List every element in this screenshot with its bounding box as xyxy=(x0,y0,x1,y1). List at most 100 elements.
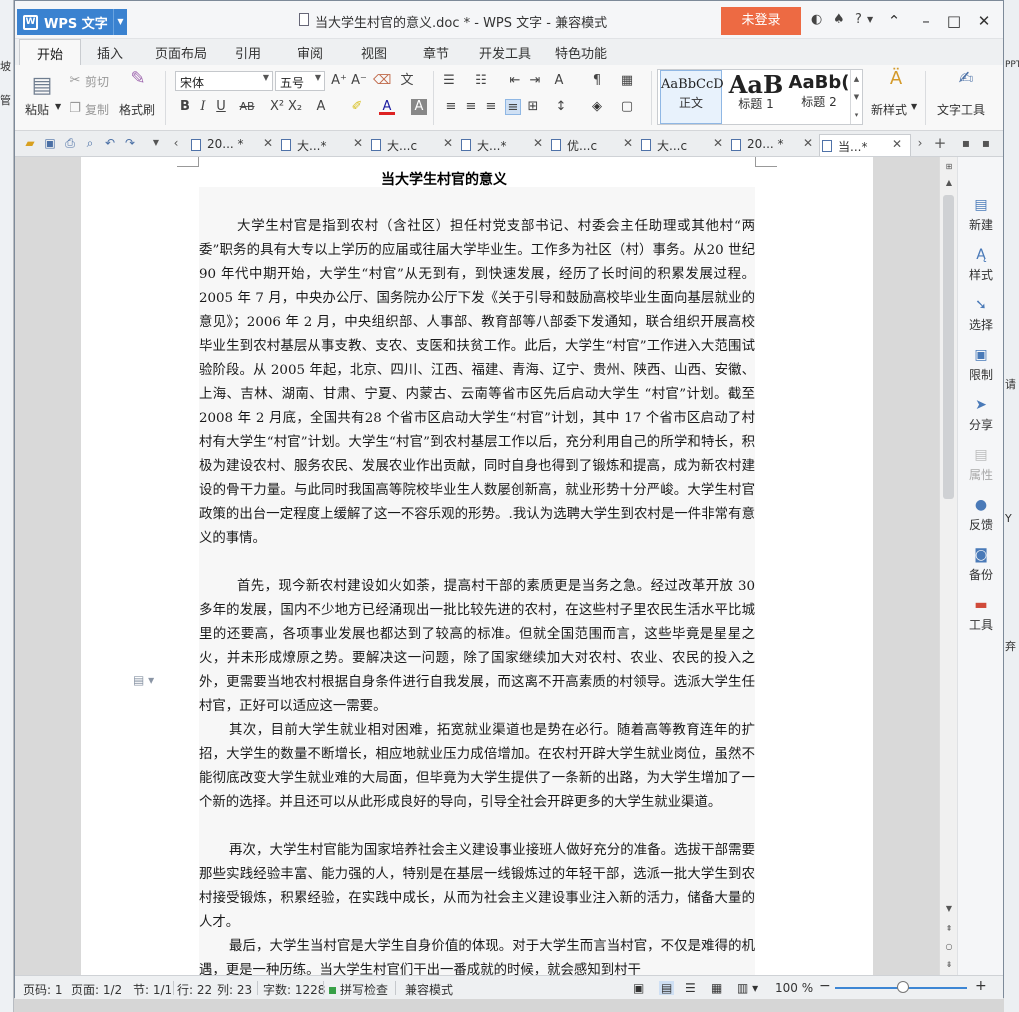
tab-list-icon[interactable]: ▪ xyxy=(959,136,973,150)
shading-icon[interactable]: ◈ xyxy=(589,99,605,115)
tab-section[interactable]: 章节 xyxy=(423,43,449,62)
tab-view[interactable]: 视图 xyxy=(361,43,387,62)
maximize-button[interactable]: □ xyxy=(941,8,967,34)
status-section[interactable]: 节: 1/1 xyxy=(133,981,172,998)
save-icon[interactable]: ▣ xyxy=(43,136,57,150)
undo-icon[interactable]: ↶ xyxy=(103,136,117,150)
doc-tab[interactable]: 大...c ✕ xyxy=(639,134,731,156)
paste-icon[interactable]: ▤ xyxy=(29,73,55,99)
task-new[interactable]: ▤ 新建 xyxy=(958,197,1004,233)
close-icon[interactable]: ✕ xyxy=(533,136,543,150)
close-icon[interactable]: ✕ xyxy=(443,136,453,150)
status-row[interactable]: 行: 22 xyxy=(177,981,212,998)
tab-insert[interactable]: 插入 xyxy=(97,43,123,62)
close-icon[interactable]: ✕ xyxy=(353,136,363,150)
web-view-icon[interactable]: ▦ xyxy=(711,981,722,995)
zoom-slider-knob[interactable] xyxy=(897,981,909,993)
shirt-icon[interactable]: ♠ xyxy=(833,12,845,27)
border-icon[interactable]: ▢ xyxy=(619,99,635,115)
zoom-out-icon[interactable]: − xyxy=(819,978,831,994)
doc-tab[interactable]: 大...c ✕ xyxy=(369,134,461,156)
shrink-font-icon[interactable]: A⁻ xyxy=(351,73,367,89)
subscript-icon[interactable]: X₂ xyxy=(287,99,303,115)
task-properties[interactable]: ▤ 属性 xyxy=(958,447,1004,483)
format-painter-button[interactable]: 格式刷 xyxy=(119,101,155,118)
font-size-select[interactable]: 五号 ▼ xyxy=(275,71,325,91)
wps-app-menu-button[interactable]: W WPS 文字 ▼ xyxy=(17,9,127,35)
new-tab-icon[interactable]: + xyxy=(933,136,947,151)
doc-tab[interactable]: 优...c ✕ xyxy=(549,134,641,156)
status-word-count[interactable]: 字数: 1228 xyxy=(263,981,325,998)
browse-object-icon[interactable]: ○ xyxy=(943,941,955,953)
align-center-icon[interactable]: ≡ xyxy=(463,99,479,115)
font-name-select[interactable]: 宋体 ▼ xyxy=(175,71,273,91)
task-feedback[interactable]: ● 反馈 xyxy=(958,497,1004,533)
tab-special[interactable]: 特色功能 xyxy=(555,43,607,62)
task-select[interactable]: ➘ 选择 xyxy=(958,297,1004,333)
scroll-up-icon[interactable]: ▲ xyxy=(943,177,955,189)
style-heading-1[interactable]: AaB 标题 1 xyxy=(724,70,788,124)
line-spacing-icon[interactable]: ↕ xyxy=(553,99,569,115)
open-icon[interactable]: ▰ xyxy=(23,136,37,150)
status-page-code[interactable]: 页码: 1 xyxy=(23,981,63,998)
close-button[interactable]: ✕ xyxy=(971,8,997,34)
align-left-icon[interactable]: ≡ xyxy=(443,99,459,115)
style-heading-2[interactable]: AaBb( 标题 2 xyxy=(788,70,850,124)
login-button[interactable]: 未登录 xyxy=(721,7,801,35)
tab-developer[interactable]: 开发工具 xyxy=(479,43,531,62)
distributed-icon[interactable]: ⊞ xyxy=(525,99,541,115)
spell-check-toggle[interactable]: 拼写检查 xyxy=(329,981,388,998)
task-share[interactable]: ➤ 分享 xyxy=(958,397,1004,433)
status-zoom[interactable]: 100 % xyxy=(775,981,813,995)
vertical-scrollbar[interactable]: ⊞ ▲ ▼ ⇞ ○ ⇟ xyxy=(939,157,957,975)
reading-view-icon[interactable]: ▥ ▾ xyxy=(737,981,758,995)
text-effect-icon[interactable]: A xyxy=(313,99,329,115)
doc-tab[interactable]: 20... * ✕ xyxy=(189,134,281,156)
phonetic-guide-icon[interactable]: 文 xyxy=(399,73,415,89)
bullet-list-icon[interactable]: ☰ xyxy=(441,73,457,89)
tab-references[interactable]: 引用 xyxy=(235,43,261,62)
document-page[interactable]: 当大学生村官的意义 大学生村官是指到农村（含社区）担任村党支部书记、村委会主任助… xyxy=(81,157,873,975)
clear-format-icon[interactable]: ⌫ xyxy=(373,73,391,89)
page-view-icon[interactable]: ▤ xyxy=(659,981,675,995)
superscript-icon[interactable]: X² xyxy=(269,99,285,115)
chinese-layout-icon[interactable]: A xyxy=(551,73,567,89)
scroll-top-icon[interactable]: ⊞ xyxy=(943,161,955,173)
doc-tab[interactable]: 大...* ✕ xyxy=(459,134,551,156)
zoom-in-icon[interactable]: + xyxy=(975,978,987,994)
underline-icon[interactable]: U xyxy=(213,99,229,115)
strikethrough-icon[interactable]: AB xyxy=(239,99,255,115)
help-button[interactable]: ? xyxy=(855,12,862,27)
redo-icon[interactable]: ↷ xyxy=(123,136,137,150)
numbered-list-icon[interactable]: ☷ xyxy=(473,73,489,89)
tab-scroll-right-icon[interactable]: › xyxy=(913,136,927,150)
print-icon[interactable]: ⎙ xyxy=(63,136,77,150)
chevron-down-icon[interactable]: ▼ xyxy=(149,136,163,150)
tab-page-layout[interactable]: 页面布局 xyxy=(155,43,207,62)
status-pages[interactable]: 页面: 1/2 xyxy=(71,981,122,998)
doc-tab-active[interactable]: 当...* ✕ xyxy=(819,134,911,156)
doc-tab[interactable]: 20... * ✕ xyxy=(729,134,821,156)
gallery-scroll[interactable]: ▲ ▼ ▾ xyxy=(850,70,862,124)
highlight-icon[interactable]: ✐ xyxy=(349,99,365,115)
tab-home[interactable]: 开始 xyxy=(19,39,82,65)
task-backup[interactable]: ◙ 备份 xyxy=(958,547,1004,583)
close-icon[interactable]: ✕ xyxy=(803,136,813,150)
minimize-button[interactable]: – xyxy=(913,8,939,34)
status-col[interactable]: 列: 23 xyxy=(217,981,252,998)
scrollbar-thumb[interactable] xyxy=(943,195,954,499)
char-shading-icon[interactable]: A xyxy=(411,99,427,115)
skin-icon[interactable]: ◐ xyxy=(811,12,822,27)
bold-icon[interactable]: B xyxy=(177,99,193,115)
show-marks-icon[interactable]: ¶ xyxy=(589,73,605,89)
text-tools-button[interactable]: 文字工具 xyxy=(937,101,985,118)
paragraph-layout-icon[interactable]: ▤ ▾ xyxy=(133,673,154,687)
tab-menu-icon[interactable]: ▪ xyxy=(979,136,993,150)
cut-button[interactable]: 剪切 xyxy=(85,73,109,90)
chevron-down-icon[interactable]: ▼ xyxy=(867,15,873,24)
chevron-down-icon[interactable]: ▼ xyxy=(911,102,917,111)
outline-view-icon[interactable]: ☰ xyxy=(685,981,696,995)
next-page-icon[interactable]: ⇟ xyxy=(943,959,955,971)
chevron-down-icon[interactable]: ▼ xyxy=(55,102,61,111)
print-preview-icon[interactable]: ⌕ xyxy=(83,136,97,150)
